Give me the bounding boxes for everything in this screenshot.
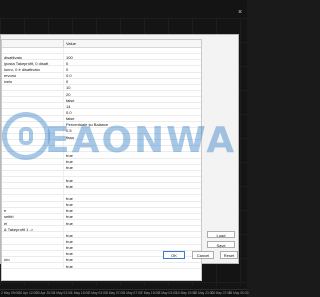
header-separator [63, 40, 64, 47]
row-variable: & Takeprofit 1 -> [4, 226, 34, 232]
row-value[interactable]: 10 [66, 85, 196, 90]
row-separator [63, 152, 64, 159]
row-value[interactable]: true [66, 184, 196, 189]
grid-rows: disattivato 100 iposta Takeprofit, 0 disat… [2, 48, 201, 270]
row-separator [63, 213, 64, 220]
row-separator [63, 189, 64, 196]
row-separator [63, 226, 64, 233]
row-value[interactable]: 0 [66, 79, 196, 84]
row-value[interactable]: fisso [66, 135, 196, 140]
row-variable: ervono [4, 73, 17, 79]
row-separator [63, 238, 64, 245]
row-value[interactable]: Percentuale su Balance [66, 122, 196, 127]
row-value[interactable]: true [66, 196, 196, 201]
row-value[interactable]: true [66, 221, 196, 226]
time-axis-label: 4 May 07:00 [123, 291, 142, 295]
row-separator [63, 232, 64, 239]
row-variable: iposta Takeprofit, 0 disatt [4, 60, 49, 66]
row-separator [63, 115, 64, 122]
row-value[interactable]: true [66, 202, 196, 207]
row-value[interactable]: 0.0 [66, 73, 196, 78]
row-separator [63, 176, 64, 183]
row-separator [63, 158, 64, 165]
row-separator [63, 140, 64, 147]
ok-button[interactable]: OK [163, 251, 185, 259]
row-separator [63, 262, 64, 269]
row-separator [63, 250, 64, 257]
inputs-dialog: Value disattivato 100 iposta Takeprofit, 0… [0, 34, 239, 281]
row-value[interactable]: 0.5 [66, 128, 196, 133]
row-separator [63, 66, 64, 73]
row-variable: e [4, 208, 7, 214]
inputs-grid[interactable]: Value disattivato 100 iposta Takeprofit, 0… [1, 39, 202, 281]
row-separator [63, 164, 64, 171]
row-separator [63, 60, 64, 67]
row-separator [63, 90, 64, 97]
row-value[interactable]: true [66, 178, 196, 183]
row-value[interactable]: true [66, 233, 196, 238]
time-axis-label: 7 May 19:00 [141, 291, 160, 295]
row-variable: uto [4, 257, 10, 263]
row-separator [63, 84, 64, 91]
header-value: Value [66, 41, 76, 46]
row-value[interactable]: true [66, 153, 196, 158]
row-separator [63, 121, 64, 128]
table-row[interactable]: true [2, 262, 201, 270]
row-value[interactable]: true [66, 214, 196, 219]
row-value[interactable]: 0 [66, 67, 196, 72]
row-variable: disattivato [4, 54, 23, 60]
row-value[interactable]: true [66, 264, 196, 269]
cancel-button[interactable]: Cancel [192, 251, 214, 259]
row-value[interactable]: 0 [66, 61, 196, 66]
time-axis-label: 15 May 00:00 [228, 291, 249, 295]
row-value[interactable]: 14 [66, 104, 196, 109]
load-button[interactable]: Load [207, 231, 235, 238]
time-axis-label: 3 May 07:00 [106, 291, 125, 295]
row-value[interactable]: 100 [66, 55, 196, 60]
row-separator [63, 207, 64, 214]
row-value[interactable]: true [66, 239, 196, 244]
row-separator [63, 103, 64, 110]
time-axis-label: 30 Apr 12:00 [18, 291, 38, 295]
row-separator [63, 219, 64, 226]
time-axis-label: 1 May 15:00 [71, 291, 90, 295]
time-axis-label: 8 May 03:00 [158, 291, 177, 295]
row-separator [63, 183, 64, 190]
row-value[interactable]: false [66, 98, 196, 103]
row-separator [63, 72, 64, 79]
row-separator [63, 244, 64, 251]
row-separator [63, 54, 64, 61]
grid-header: Value [2, 40, 201, 48]
row-value[interactable]: 20 [66, 92, 196, 97]
row-value[interactable]: true [66, 165, 196, 170]
row-value[interactable]: 0.0 [66, 110, 196, 115]
row-separator [63, 133, 64, 140]
row-variable: ivelo [4, 79, 13, 85]
row-separator [63, 146, 64, 153]
row-separator [63, 127, 64, 134]
row-value[interactable]: false [66, 116, 196, 121]
row-separator [63, 195, 64, 202]
row-variable: el [4, 220, 8, 226]
row-separator [63, 78, 64, 85]
row-value[interactable]: true [66, 159, 196, 164]
row-separator [63, 48, 64, 54]
time-axis-label: 30 Apr 20:00 [36, 291, 55, 295]
row-separator [63, 256, 64, 263]
time-axis-label: 1 May 03:00 [53, 291, 72, 295]
row-value[interactable]: true [66, 208, 196, 213]
row-separator [63, 201, 64, 208]
time-axis-label: 2 May 03:00 [88, 291, 107, 295]
row-separator [63, 109, 64, 116]
row-variable: lunro, 0 è disattivato [4, 67, 40, 73]
time-axis-label: 2 May 09:00 [1, 291, 20, 295]
row-value[interactable]: true [66, 245, 196, 250]
close-icon[interactable]: × [237, 9, 243, 16]
save-button[interactable]: Save [207, 241, 235, 248]
reset-button[interactable]: Reset [220, 251, 238, 259]
row-variable: settiri [4, 214, 14, 220]
row-separator [63, 170, 64, 177]
row-separator [63, 97, 64, 104]
